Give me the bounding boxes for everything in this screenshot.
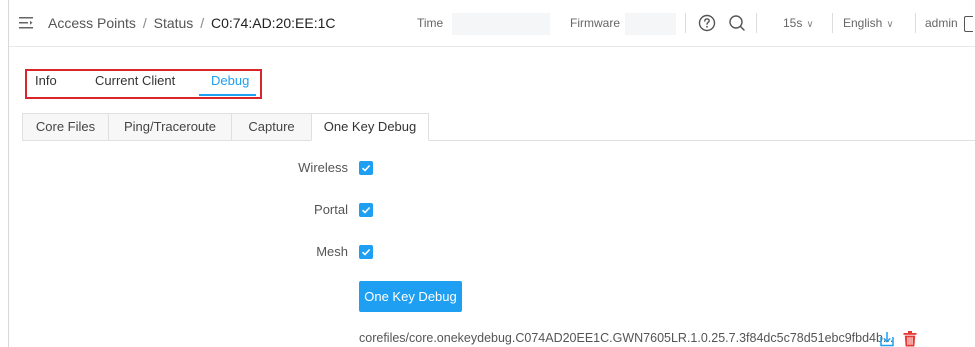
checkmark-icon	[361, 248, 371, 256]
mesh-checkbox[interactable]	[359, 245, 373, 259]
breadcrumb-separator: /	[200, 15, 205, 31]
subtab-capture[interactable]: Capture	[231, 113, 312, 141]
portal-checkbox[interactable]	[359, 203, 373, 217]
checkmark-icon	[361, 164, 371, 172]
search-icon[interactable]	[728, 14, 746, 32]
top-bar: Access Points / Status / C0:74:AD:20:EE:…	[9, 0, 975, 47]
user-name[interactable]: admin	[925, 16, 958, 30]
wireless-label: Wireless	[298, 160, 348, 175]
checkmark-icon	[361, 206, 371, 214]
breadcrumb-separator: /	[142, 15, 147, 31]
wireless-checkbox[interactable]	[359, 161, 373, 175]
firmware-label: Firmware	[570, 16, 620, 30]
mesh-label: Mesh	[316, 244, 348, 259]
firmware-value	[625, 13, 676, 35]
tab-info[interactable]: Info	[35, 73, 57, 88]
header-divider	[915, 13, 916, 33]
help-circle-icon[interactable]	[698, 14, 716, 32]
logout-icon[interactable]	[964, 16, 973, 32]
active-tab-indicator	[199, 94, 256, 96]
portal-label: Portal	[314, 202, 348, 217]
subtab-core-files[interactable]: Core Files	[22, 113, 109, 141]
language-value: English	[843, 16, 883, 30]
trash-icon[interactable]	[903, 331, 917, 347]
debug-file-link[interactable]: corefiles/core.onekeydebug.C074AD20EE1C.…	[359, 331, 893, 345]
chevron-down-icon: ∨	[886, 19, 894, 30]
time-label: Time	[417, 16, 444, 30]
header-divider	[832, 13, 833, 33]
refresh-interval-dropdown[interactable]: 15s ∨	[783, 16, 814, 30]
tab-debug[interactable]: Debug	[211, 73, 249, 88]
refresh-interval-value: 15s	[783, 16, 803, 30]
subtab-one-key-debug[interactable]: One Key Debug	[311, 113, 429, 141]
page: Access Points / Status / C0:74:AD:20:EE:…	[0, 0, 975, 347]
download-icon[interactable]	[879, 331, 895, 347]
menu-collapse-icon[interactable]	[19, 17, 33, 29]
page-left-border	[8, 0, 9, 347]
language-dropdown[interactable]: English ∨	[843, 16, 894, 30]
breadcrumb-section[interactable]: Access Points	[48, 15, 136, 31]
one-key-debug-button[interactable]: One Key Debug	[359, 281, 462, 312]
subtab-ping-traceroute[interactable]: Ping/Traceroute	[108, 113, 232, 141]
breadcrumb-current: C0:74:AD:20:EE:1C	[210, 15, 336, 31]
tab-current-client[interactable]: Current Client	[95, 73, 175, 88]
chevron-down-icon: ∨	[806, 19, 814, 30]
header-divider	[685, 13, 686, 33]
header-divider	[756, 13, 757, 33]
breadcrumb-subsection[interactable]: Status	[154, 15, 194, 31]
breadcrumb: Access Points / Status / C0:74:AD:20:EE:…	[48, 15, 336, 31]
time-value	[452, 13, 550, 35]
